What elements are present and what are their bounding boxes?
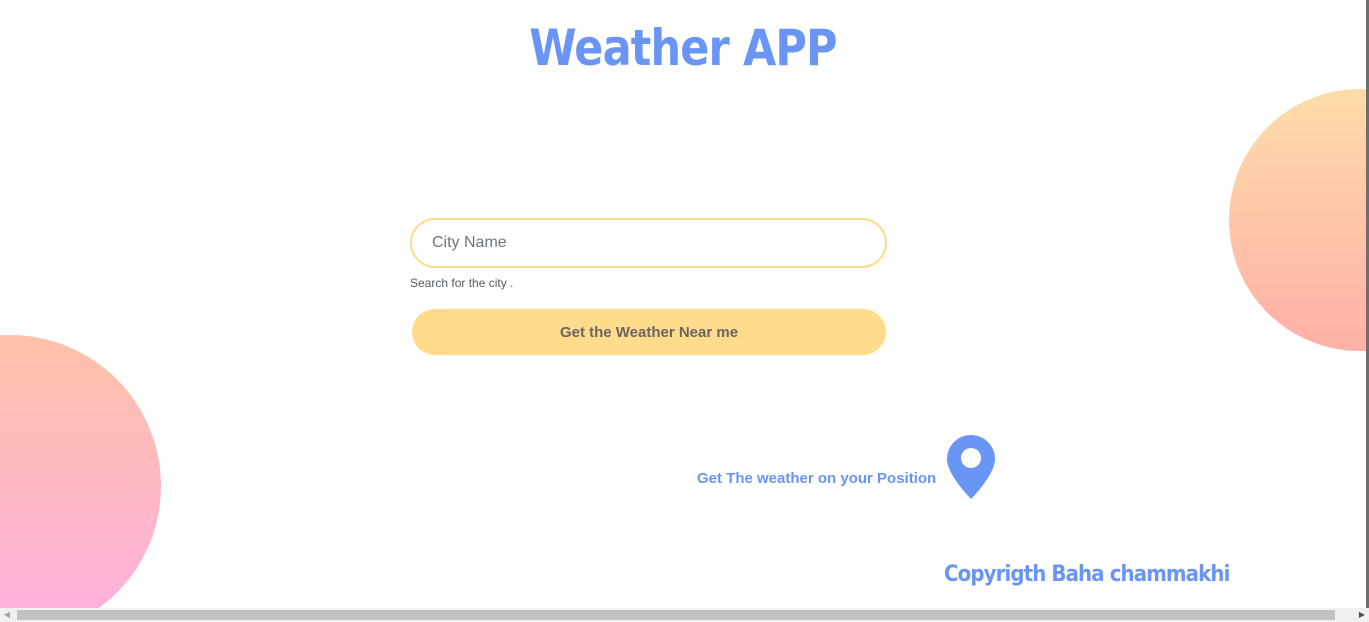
- get-weather-near-me-button[interactable]: Get the Weather Near me: [412, 309, 886, 355]
- horizontal-scrollbar[interactable]: ◀ ▶: [0, 608, 1369, 622]
- horizontal-scrollbar-thumb[interactable]: [17, 610, 1335, 620]
- city-search-input[interactable]: [410, 218, 887, 268]
- copyright-text: Copyrigth Baha chammakhi: [944, 562, 1230, 587]
- decorative-circle-left: [0, 335, 161, 622]
- map-pin-icon[interactable]: [946, 434, 996, 500]
- page: Weather APP Search for the city . Get th…: [0, 0, 1369, 622]
- search-help-text: Search for the city .: [410, 276, 514, 290]
- decorative-circle-right: [1229, 89, 1369, 351]
- scroll-left-arrow-icon[interactable]: ◀: [0, 608, 14, 622]
- scroll-right-arrow-icon[interactable]: ▶: [1355, 608, 1369, 622]
- get-weather-position-link[interactable]: Get The weather on your Position: [697, 469, 936, 489]
- app-title: Weather APP: [529, 19, 837, 77]
